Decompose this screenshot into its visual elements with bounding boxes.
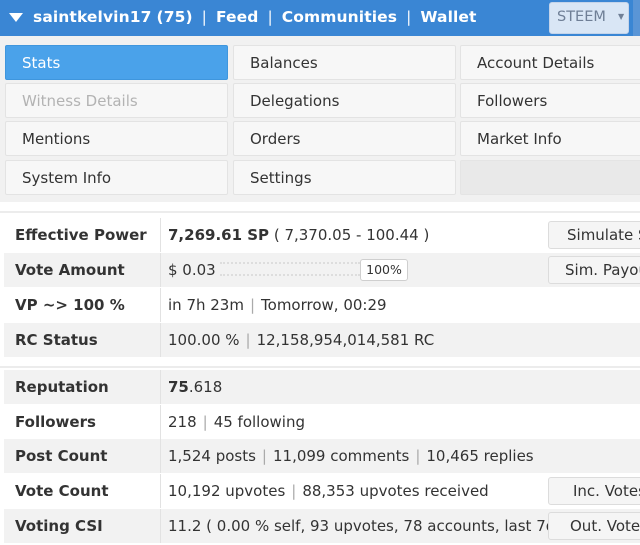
vote-amount-row: Vote Amount $ 0.03 100% Sim. Payout [4, 253, 640, 287]
comments-count: 11,099 comments [272, 447, 410, 465]
nav-separator: | [406, 8, 412, 26]
nav-separator: | [201, 8, 207, 26]
column-divider [160, 370, 161, 404]
tab-followers[interactable]: Followers [460, 83, 640, 118]
reputation-dec: .618 [188, 378, 223, 396]
rc-amount: 12,158,954,014,581 RC [256, 331, 435, 349]
column-divider [160, 474, 161, 508]
column-divider [160, 288, 161, 322]
followers-row: Followers 218 | 45 following [4, 405, 640, 439]
outgoing-votes-button[interactable]: Out. Votes [548, 512, 640, 540]
tab-settings[interactable]: Settings [233, 160, 456, 195]
topbar-edge [633, 0, 640, 36]
rc-value: 100.00 % | 12,158,954,014,581 RC [168, 331, 434, 349]
sim-payout-button[interactable]: Sim. Payout [548, 256, 640, 284]
value-separator: | [291, 482, 297, 500]
reputation-row: Reputation 75.618 [4, 370, 640, 404]
followers-value: 218 | 45 following [168, 413, 305, 431]
column-divider [160, 509, 161, 543]
nav-separator: | [267, 8, 273, 26]
tab-grid: Stats Balances Account Details Witness D… [0, 36, 640, 202]
row-label: Effective Power [15, 226, 147, 244]
column-divider [160, 323, 161, 357]
following-count: 45 following [213, 413, 305, 431]
nav-feed-link[interactable]: Feed [216, 8, 258, 26]
vote-amount-value: $ 0.03 [168, 261, 216, 279]
row-label: VP ~> 100 % [15, 296, 125, 314]
caret-down-icon[interactable] [9, 13, 23, 22]
tab-market-info[interactable]: Market Info [460, 121, 640, 156]
nav-wallet-link[interactable]: Wallet [420, 8, 476, 26]
replies-count: 10,465 replies [426, 447, 534, 465]
column-divider [160, 218, 161, 252]
vp-time: in 7h 23m [168, 296, 244, 314]
row-label: Vote Amount [15, 261, 125, 279]
reputation-value: 75.618 [168, 378, 222, 396]
chevron-down-icon: ▼ [618, 12, 625, 21]
tab-balances[interactable]: Balances [233, 45, 456, 80]
rc-status-row: RC Status 100.00 % | 12,158,954,014,581 RC [4, 323, 640, 357]
column-divider [160, 253, 161, 287]
vp-full-at: Tomorrow, 00:29 [261, 296, 387, 314]
nav-communities-link[interactable]: Communities [282, 8, 397, 26]
account-link[interactable]: saintkelvin17 (75) [33, 8, 193, 26]
top-nav: saintkelvin17 (75) | Feed | Communities | Wall… [33, 8, 477, 26]
effective-power-value: 7,269.61 SP ( 7,370.05 - 100.44 ) [168, 226, 429, 244]
voting-csi-value: 11.2 ( 0.00 % self, 93 upvotes, 78 accou… [168, 517, 566, 535]
tab-orders[interactable]: Orders [233, 121, 456, 156]
user-reputation: (75) [156, 8, 193, 26]
post-count-row: Post Count 1,524 posts | 11,099 comments | 1… [4, 439, 640, 473]
value-separator: | [202, 413, 208, 431]
voting-csi-row: Voting CSI 11.2 ( 0.00 % self, 93 upvote… [4, 509, 640, 543]
value-separator: | [245, 331, 251, 349]
value-separator: | [261, 447, 267, 465]
sp-value: 7,269.61 SP [168, 226, 270, 244]
chain-select-value: STEEM [557, 9, 606, 25]
vote-weight-slider-handle[interactable]: 100% [360, 259, 408, 281]
row-label: Reputation [15, 378, 109, 396]
tab-account-details[interactable]: Account Details [460, 45, 640, 80]
simulate-sp-button[interactable]: Simulate SP [548, 221, 640, 249]
vote-count-row: Vote Count 10,192 upvotes | 88,353 upvotes… [4, 474, 640, 508]
upvotes-given: 10,192 upvotes [168, 482, 286, 500]
value-separator: | [249, 296, 256, 314]
stats-panel: Effective Power 7,269.61 SP ( 7,370.05 -… [0, 211, 640, 357]
chain-select[interactable]: STEEM ▼ [549, 2, 629, 34]
upvotes-received: 88,353 upvotes received [302, 482, 489, 500]
post-count-value: 1,524 posts | 11,099 comments | 10,465 repli… [168, 447, 534, 465]
username[interactable]: saintkelvin17 [33, 8, 151, 26]
posts-count: 1,524 posts [168, 447, 256, 465]
vp-value: in 7h 23m | Tomorrow, 00:29 [168, 296, 387, 314]
row-label: Vote Count [15, 482, 109, 500]
column-divider [160, 439, 161, 473]
vote-weight-slider-track[interactable] [220, 262, 360, 276]
incoming-votes-button[interactable]: Inc. Votes [548, 477, 640, 505]
tab-witness-details[interactable]: Witness Details [5, 83, 228, 118]
top-bar: saintkelvin17 (75) | Feed | Communities | Wall… [0, 0, 640, 36]
vote-count-value: 10,192 upvotes | 88,353 upvotes received [168, 482, 489, 500]
tab-system-info[interactable]: System Info [5, 160, 228, 195]
tab-mentions[interactable]: Mentions [5, 121, 228, 156]
row-label: Post Count [15, 447, 108, 465]
row-label: RC Status [15, 331, 98, 349]
effective-power-row: Effective Power 7,269.61 SP ( 7,370.05 -… [4, 218, 640, 252]
rc-percent: 100.00 % [168, 331, 240, 349]
value-separator: | [415, 447, 421, 465]
profile-panel: Reputation 75.618 Followers 218 | 45 follo… [0, 366, 640, 545]
column-divider [160, 405, 161, 439]
vp-row: VP ~> 100 % in 7h 23m | Tomorrow, 00:29 [4, 288, 640, 322]
tab-empty-slot [460, 160, 640, 195]
follower-count: 218 [168, 413, 197, 431]
row-label: Voting CSI [15, 517, 103, 535]
tab-delegations[interactable]: Delegations [233, 83, 456, 118]
row-label: Followers [15, 413, 96, 431]
reputation-int: 75 [168, 378, 189, 396]
tab-stats[interactable]: Stats [5, 45, 228, 80]
sp-breakdown: ( 7,370.05 - 100.44 ) [273, 226, 430, 244]
